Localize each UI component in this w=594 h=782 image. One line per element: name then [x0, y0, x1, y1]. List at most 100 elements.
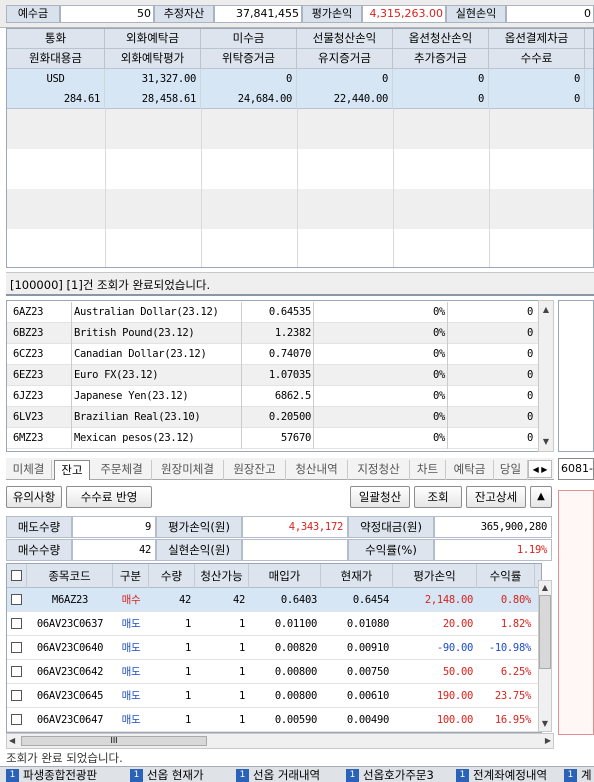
sell-qty-label: 매도수량: [6, 516, 72, 538]
position-avail: 1: [238, 666, 245, 678]
row-checkbox[interactable]: [11, 594, 22, 605]
row-checkbox[interactable]: [11, 642, 22, 653]
tab-today[interactable]: 당일: [494, 460, 528, 480]
position-row[interactable]: M6AZ23 매수 42 42 0.6403 0.6454 2,148.00 0…: [7, 588, 541, 612]
tab-deposit[interactable]: 예탁금: [446, 460, 494, 480]
position-row[interactable]: 06AV23C0640 매도 1 1 0.00820 0.00910 -90.0…: [7, 636, 541, 660]
position-pl: 50.00: [442, 666, 473, 678]
taskbar-item[interactable]: 1 선옵호가주문3: [344, 768, 434, 782]
futures-row[interactable]: 6MZ23 Mexican pesos(23.12) 57670 0% 0: [7, 428, 539, 449]
futures-price: 0.20500: [241, 407, 313, 428]
futures-code: 6BZ23: [13, 327, 44, 339]
eval-pl-value: 4,315,263.00: [362, 5, 446, 23]
row-checkbox[interactable]: [11, 666, 22, 677]
account-row-1[interactable]: USD 31,327.00 0 0 0 0: [7, 69, 593, 89]
taskbar-label: 파생종합전광판: [23, 768, 98, 782]
futures-scrollbar[interactable]: ▲ ▼: [538, 300, 554, 452]
position-code: 06AV23C0645: [36, 690, 104, 702]
position-row[interactable]: 06AV23C0637 매도 1 1 0.01100 0.01080 20.00…: [7, 612, 541, 636]
row-checkbox[interactable]: [11, 690, 22, 701]
scroll-thumb[interactable]: III: [21, 736, 207, 746]
taskbar-label: 전계좌예정내역: [473, 768, 548, 782]
position-buy-price: 0.00820: [274, 642, 317, 654]
taskbar-number: 1: [236, 769, 249, 782]
inquire-button[interactable]: 조회: [414, 486, 462, 508]
scroll-up-icon[interactable]: ▲: [541, 305, 551, 315]
futures-pct: 0%: [313, 344, 447, 365]
taskbar-item[interactable]: 1계: [562, 768, 592, 782]
account-row-2[interactable]: 284.61 28,458.61 24,684.00 22,440.00 0 0: [7, 89, 593, 109]
scroll-down-icon[interactable]: ▼: [540, 719, 550, 728]
scroll-thumb[interactable]: [539, 595, 551, 669]
col-code: 종목코드: [27, 564, 113, 588]
position-code: 06AV23C0637: [36, 618, 104, 630]
row-checkbox[interactable]: [11, 618, 22, 629]
side-panel: [558, 300, 594, 452]
taskbar-item[interactable]: 1 전계좌예정내역: [454, 768, 547, 782]
tab-ledger-unfilled[interactable]: 원장미체결: [152, 460, 224, 480]
position-buy-price: 0.00800: [274, 666, 317, 678]
futures-name: Brazilian Real(23.10): [71, 407, 241, 428]
positions-scrollbar[interactable]: ▲ ▼: [538, 580, 552, 732]
position-qty: 1: [184, 690, 191, 702]
scroll-right-icon[interactable]: ▶: [545, 736, 551, 745]
position-cur-price: 0.01080: [346, 618, 389, 630]
tab-balance[interactable]: 잔고: [54, 460, 90, 480]
futures-name: British Pound(23.12): [71, 323, 241, 344]
horizontal-scrollbar[interactable]: ◀ III ▶: [6, 733, 554, 749]
futures-row[interactable]: 6CZ23 Canadian Dollar(23.12) 0.74070 0% …: [7, 344, 539, 365]
position-row[interactable]: 06AV23C0642 매도 1 1 0.00800 0.00750 50.00…: [7, 660, 541, 684]
futures-row[interactable]: 6BZ23 British Pound(23.12) 1.2382 0% 0: [7, 323, 539, 344]
position-row[interactable]: 06AV23C0647 매도 1 1 0.00590 0.00490 100.0…: [7, 708, 541, 732]
tab-chart[interactable]: 차트: [410, 460, 446, 480]
scroll-down-icon[interactable]: ▼: [541, 437, 551, 447]
col-receivable: 미수금: [201, 29, 297, 49]
account-input[interactable]: 6081-: [558, 458, 594, 480]
taskbar-item[interactable]: 1 선옵 현재가: [128, 768, 204, 782]
eval-pl-label: 평가손익: [302, 5, 362, 23]
tab-scroll-arrows-icon[interactable]: ◀ ▶: [528, 460, 552, 478]
position-pl: 100.00: [436, 714, 473, 726]
position-side: 매도: [121, 714, 141, 726]
taskbar-item[interactable]: 1 파생종합전광판: [4, 768, 97, 782]
taskbar-item[interactable]: 1 선옵 거래내역: [234, 768, 320, 782]
futures-row[interactable]: 6LV23 Brazilian Real(23.10) 0.20500 0% 0: [7, 407, 539, 428]
account-summary-bar: 예수금 50 추정자산 37,841,455 평가손익 4,315,263.00…: [0, 0, 594, 28]
position-row[interactable]: 06AV23C0645 매도 1 1 0.00800 0.00610 190.0…: [7, 684, 541, 708]
balance-detail-button[interactable]: 잔고상세: [466, 486, 526, 508]
grid-divider: [297, 109, 298, 267]
bulk-liquidate-button[interactable]: 일괄청산: [350, 486, 410, 508]
position-side: 매도: [121, 690, 141, 702]
futures-name: Japanese Yen(23.12): [71, 386, 241, 407]
fee-reflect-button[interactable]: 수수료 반영: [66, 486, 152, 508]
contract-amt-value: 365,900,280: [434, 516, 552, 538]
est-asset-label: 추정자산: [154, 5, 214, 23]
futures-row[interactable]: 6JZ23 Japanese Yen(23.12) 6862.5 0% 0: [7, 386, 539, 407]
buy-qty-label: 매수수량: [6, 539, 72, 561]
collapse-up-icon[interactable]: ▲: [530, 486, 552, 508]
tab-ledger-balance[interactable]: 원장잔고: [224, 460, 286, 480]
consign-margin-value: 24,684.00: [201, 89, 297, 109]
tab-order-fill[interactable]: 주문체결: [92, 460, 152, 480]
tab-designated-liquidation[interactable]: 지정청산: [348, 460, 410, 480]
krw-substitute-value: 284.61: [7, 89, 105, 109]
futures-qty: 0: [447, 365, 535, 386]
col-krw-substitute: 원화대용금: [7, 49, 105, 69]
futures-list[interactable]: 6AZ23 Australian Dollar(23.12) 0.64535 0…: [6, 300, 554, 452]
grid-divider: [201, 109, 202, 267]
futures-row[interactable]: 6AZ23 Australian Dollar(23.12) 0.64535 0…: [7, 302, 539, 323]
scroll-left-icon[interactable]: ◀: [9, 736, 15, 745]
positions-header: 종목코드 구분 수량 청산가능 매입가 현재가 평가손익 수익률: [7, 564, 541, 588]
tab-liquidation-history[interactable]: 청산내역: [286, 460, 348, 480]
position-avail: 42: [232, 594, 245, 606]
notice-button[interactable]: 유의사항: [6, 486, 62, 508]
row-checkbox[interactable]: [11, 714, 22, 725]
tab-unfilled[interactable]: 미체결: [6, 460, 52, 480]
position-buy-price: 0.00800: [274, 690, 317, 702]
select-all-checkbox[interactable]: [7, 564, 27, 588]
futures-row[interactable]: 6EZ23 Euro FX(23.12) 1.07035 0% 0: [7, 365, 539, 386]
position-qty: 1: [184, 642, 191, 654]
positions-table: 종목코드 구분 수량 청산가능 매입가 현재가 평가손익 수익률 M6AZ23 …: [6, 563, 542, 733]
scroll-up-icon[interactable]: ▲: [540, 583, 550, 592]
futures-qty: 0: [447, 302, 535, 323]
